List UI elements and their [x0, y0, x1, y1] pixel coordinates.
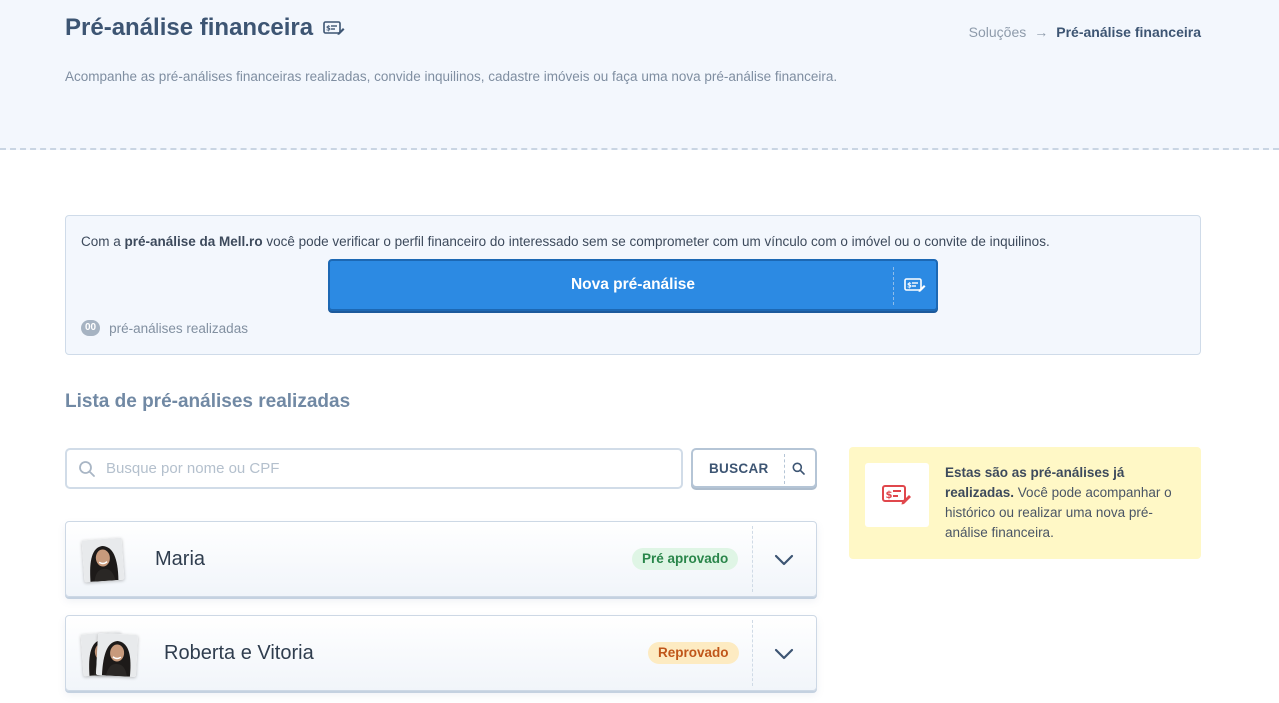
status-badge: Reprovado — [648, 642, 739, 664]
svg-text:$: $ — [907, 282, 912, 290]
info-text-suffix: você pode verificar o perfil financeiro … — [262, 234, 1050, 249]
button-divider — [784, 454, 785, 484]
page-title: Pré-análise financeira — [65, 14, 314, 41]
info-text: Com a pré-análise da Mell.ro você pode v… — [81, 234, 1050, 249]
count-label: pré-análises realizadas — [109, 320, 248, 336]
analysis-card[interactable]: Roberta e Vitoria Reprovado — [65, 615, 817, 691]
chevron-down-icon[interactable] — [773, 644, 795, 664]
info-text-prefix: Com a — [81, 234, 125, 249]
list-title: Lista de pré-análises realizadas — [65, 391, 351, 412]
card-name: Maria — [155, 548, 206, 570]
card-divider — [752, 620, 753, 686]
chevron-down-icon[interactable] — [773, 550, 795, 570]
page-title-row: Pré-análise financeira $ — [65, 14, 345, 42]
money-form-icon: $ — [882, 485, 911, 505]
search-input[interactable] — [106, 460, 666, 477]
page-subtitle: Acompanhe as pré-análises financeiras re… — [65, 69, 838, 84]
tip-box: $ Estas são as pré-análises já realizada… — [849, 447, 1201, 559]
money-form-icon: $ — [904, 278, 926, 292]
search-field[interactable] — [65, 448, 683, 489]
page-header: Pré-análise financeira $ Soluções → Pré-… — [0, 0, 1279, 150]
money-form-icon: $ — [323, 21, 345, 35]
new-analysis-button-label: Nova pré-análise — [570, 276, 696, 293]
analysis-count: 00 pré-análises realizadas — [81, 320, 248, 336]
card-divider — [752, 526, 753, 592]
search-button-label: BUSCAR — [709, 460, 769, 476]
search-icon — [79, 460, 95, 477]
tip-text: Estas são as pré-análises já realizadas.… — [945, 463, 1185, 543]
arrow-right-icon: → — [1034, 24, 1049, 40]
card-name: Roberta e Vitoria — [164, 642, 314, 664]
analysis-card[interactable]: Maria Pré aprovado — [65, 521, 817, 597]
breadcrumb-link-solucoes[interactable]: Soluções — [969, 24, 1027, 40]
new-analysis-button[interactable]: Nova pré-análise $ — [328, 259, 938, 311]
avatar — [81, 537, 125, 583]
breadcrumb: Soluções → Pré-análise financeira — [969, 24, 1201, 40]
search-button[interactable]: BUSCAR — [691, 448, 817, 488]
info-text-brand: pré-análise da Mell.ro — [124, 234, 263, 249]
count-badge: 00 — [81, 320, 101, 336]
button-divider — [893, 267, 894, 305]
breadcrumb-current: Pré-análise financeira — [1056, 24, 1201, 40]
status-badge: Pré aprovado — [632, 548, 739, 570]
avatar — [95, 632, 139, 678]
svg-text:$: $ — [326, 25, 331, 33]
svg-text:$: $ — [886, 490, 893, 501]
tip-icon-container: $ — [865, 463, 929, 527]
info-box: Com a pré-análise da Mell.ro você pode v… — [65, 215, 1201, 355]
search-icon — [792, 462, 805, 475]
